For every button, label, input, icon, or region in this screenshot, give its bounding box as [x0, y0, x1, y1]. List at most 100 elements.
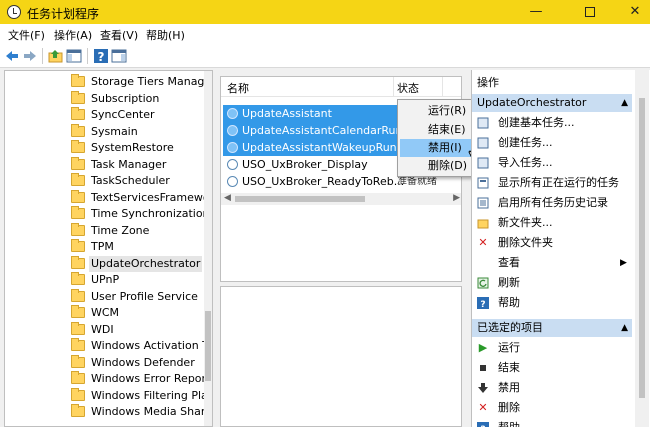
tree-scrollbar[interactable] — [204, 71, 212, 426]
actions-scrollbar-thumb[interactable] — [639, 98, 645, 398]
folder-icon — [71, 371, 85, 384]
tree-item[interactable]: Windows Defender — [5, 355, 205, 371]
running-tasks-icon — [477, 177, 489, 189]
tree-scrollbar-thumb[interactable] — [205, 311, 211, 381]
task-icon — [227, 125, 238, 136]
folder-icon — [71, 322, 85, 335]
action-disable[interactable]: 禁用 — [472, 378, 632, 398]
actions-header: 操作 — [477, 76, 499, 89]
tree-item[interactable]: SystemRestore — [5, 140, 205, 156]
action-view[interactable]: 查看 ▶ — [472, 253, 632, 273]
help-icon: ? — [477, 297, 489, 310]
column-divider[interactable] — [442, 77, 443, 97]
folder-icon — [71, 404, 85, 417]
action-delete-folder[interactable]: ✕ 删除文件夹 — [472, 233, 632, 253]
create-basic-task-icon — [477, 117, 489, 129]
tree-item[interactable]: Subscription — [5, 91, 205, 107]
column-status[interactable]: 状态 — [397, 80, 419, 96]
task-library-tree[interactable]: Storage Tiers Manager Subscription SyncC… — [4, 70, 213, 427]
disable-icon — [477, 382, 489, 394]
refresh-icon — [477, 277, 489, 289]
collapse-chevron-icon[interactable]: ▲ — [621, 319, 628, 337]
tree-item[interactable]: TextServicesFramework — [5, 190, 212, 206]
menu-view[interactable]: 查看(V) — [100, 27, 138, 43]
window-title: 任务计划程序 — [27, 7, 100, 21]
actions-pane: 操作 UpdateOrchestrator ▲ 创建基本任务... 创建任务...… — [471, 70, 650, 427]
action-help-selected[interactable]: ?帮助 — [472, 418, 632, 427]
maximize-button[interactable] — [567, 0, 613, 24]
minimize-button[interactable]: — — [513, 0, 559, 24]
action-new-folder[interactable]: 新文件夹... — [472, 213, 632, 233]
column-divider[interactable] — [393, 77, 394, 97]
tree-item[interactable]: Sysmain — [5, 124, 205, 140]
tree-item[interactable]: Windows Media Sharir — [5, 404, 212, 420]
task-icon — [227, 108, 238, 119]
tree-item-selected[interactable]: UpdateOrchestrator — [5, 256, 205, 272]
back-icon[interactable] — [4, 48, 20, 64]
action-create-basic-task[interactable]: 创建基本任务... — [472, 113, 632, 133]
action-refresh[interactable]: 刷新 — [472, 273, 632, 293]
section-header-folder[interactable]: UpdateOrchestrator ▲ — [472, 94, 632, 112]
tree-item[interactable]: Time Zone — [5, 223, 205, 239]
column-name[interactable]: 名称 — [227, 80, 249, 96]
tree-item[interactable]: WCM — [5, 305, 205, 321]
maximize-icon — [585, 6, 595, 17]
help-icon[interactable]: ? — [93, 48, 109, 64]
menu-action[interactable]: 操作(A) — [54, 27, 92, 43]
action-delete[interactable]: ✕ 删除 — [472, 398, 632, 418]
tree-item[interactable]: UPnP — [5, 272, 205, 288]
tree-item[interactable]: TPM — [5, 239, 205, 255]
action-create-task[interactable]: 创建任务... — [472, 133, 632, 153]
forward-icon[interactable] — [22, 48, 38, 64]
task-list-header: 名称 状态 — [221, 77, 461, 97]
run-icon: ▶ — [478, 341, 488, 354]
tree-item[interactable]: Time Synchronization — [5, 206, 210, 222]
action-show-running-tasks[interactable]: 显示所有正在运行的任务 — [472, 173, 632, 193]
import-task-icon — [477, 157, 489, 169]
actions-scrollbar[interactable] — [635, 70, 649, 427]
action-run[interactable]: ▶ 运行 — [472, 338, 632, 358]
tree-item[interactable]: User Profile Service — [5, 289, 205, 305]
toolbar-separator — [42, 48, 43, 64]
folder-icon — [71, 239, 85, 252]
folder-icon — [71, 355, 85, 368]
folder-icon — [71, 338, 85, 351]
tree-item[interactable]: TaskScheduler — [5, 173, 205, 189]
scroll-right-icon[interactable]: ▶ — [453, 193, 460, 203]
tree-item[interactable]: Windows Error Report — [5, 371, 210, 387]
show-hide-console-tree-icon[interactable] — [66, 48, 82, 64]
task-icon — [227, 142, 238, 153]
action-import-task[interactable]: 导入任务... — [472, 153, 632, 173]
history-icon — [477, 197, 489, 209]
scroll-left-icon[interactable]: ◀ — [224, 193, 231, 203]
folder-icon — [71, 74, 85, 87]
action-enable-history[interactable]: 启用所有任务历史记录 — [472, 193, 632, 213]
tree-item[interactable]: Windows Filtering Platf — [5, 388, 212, 404]
menu-file[interactable]: 文件(F) — [8, 27, 45, 43]
submenu-arrow-icon: ▶ — [620, 258, 627, 268]
menu-help[interactable]: 帮助(H) — [146, 27, 185, 43]
folder-icon — [71, 289, 85, 302]
close-button[interactable]: ✕ — [612, 0, 650, 24]
action-help[interactable]: ? 帮助 — [472, 293, 632, 313]
task-list-hscroll-thumb[interactable] — [235, 196, 365, 202]
task-scheduler-app-icon — [7, 5, 21, 19]
tree-item[interactable]: Task Manager — [5, 157, 205, 173]
folder-icon — [71, 272, 85, 285]
folder-icon — [71, 305, 85, 318]
folder-icon — [71, 91, 85, 104]
section-header-selected[interactable]: 已选定的项目 ▲ — [472, 319, 632, 337]
tree-item[interactable]: Windows Activation Te — [5, 338, 212, 354]
tree-item[interactable]: Storage Tiers Manager — [5, 74, 212, 90]
up-folder-icon[interactable] — [48, 48, 64, 64]
task-details-area — [220, 286, 462, 427]
action-end[interactable]: 结束 — [472, 358, 632, 378]
folder-icon — [71, 124, 85, 137]
tree-item[interactable]: SyncCenter — [5, 107, 205, 123]
tree-item[interactable]: WDI — [5, 322, 205, 338]
title-bar: 任务计划程序 — ✕ — [0, 0, 650, 24]
collapse-chevron-icon[interactable]: ▲ — [621, 94, 628, 112]
task-list-hscrollbar[interactable]: ◀ ▶ — [221, 193, 461, 205]
task-icon — [227, 159, 238, 170]
show-hide-action-pane-icon[interactable] — [111, 48, 127, 64]
